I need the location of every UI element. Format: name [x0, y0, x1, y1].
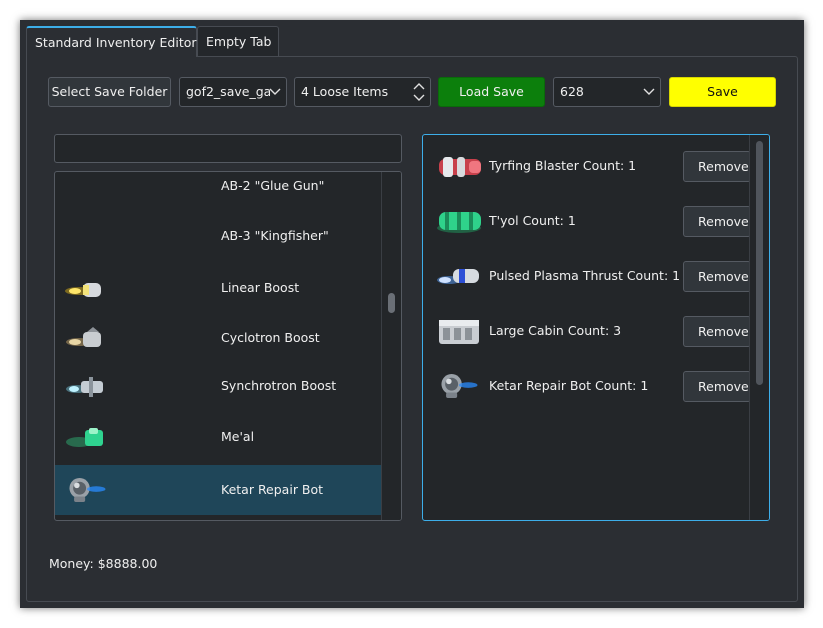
loose-items-spinbox[interactable]: 4 Loose Items: [294, 77, 431, 107]
list-item[interactable]: Synchrotron Boost: [55, 361, 381, 411]
item-list-scrollbar[interactable]: [381, 172, 401, 520]
save-button[interactable]: Save: [669, 77, 776, 107]
large-cabin-icon: [435, 314, 487, 348]
list-item-label: Cyclotron Boost: [221, 330, 320, 345]
list-item[interactable]: AB-3 "Kingfisher": [55, 211, 381, 261]
inventory-item: Pulsed Plasma Thrust Count: 1 Remove: [423, 247, 751, 302]
save-game-combo-value: gof2_save_game: [186, 84, 270, 99]
load-save-button[interactable]: Load Save: [438, 77, 545, 107]
ketar-repair-bot-icon: [63, 473, 111, 507]
list-item-label: Ketar Repair Bot: [221, 482, 324, 497]
inventory-item-label: Ketar Repair Bot Count: 1: [489, 378, 649, 393]
remove-button[interactable]: Remove: [683, 151, 751, 182]
cyclotron-boost-icon: [63, 321, 111, 355]
meal-icon: [63, 420, 111, 454]
ketar-repair-bot-icon: [435, 369, 487, 403]
chevron-down-icon: [643, 78, 655, 106]
id-combo[interactable]: 628: [553, 77, 661, 107]
inventory-item: Tyrfing Blaster Count: 1 Remove: [423, 137, 751, 192]
list-item[interactable]: Me'al: [55, 412, 381, 462]
inventory-item: T'yol Count: 1 Remove: [423, 192, 751, 247]
item-list-scroll-thumb[interactable]: [388, 293, 395, 313]
list-item[interactable]: Cyclotron Boost: [55, 313, 381, 363]
inventory-item-label: T'yol Count: 1: [489, 213, 576, 228]
tyrfing-blaster-icon: [435, 149, 487, 183]
remove-button[interactable]: Remove: [683, 261, 751, 292]
tab-empty[interactable]: Empty Tab: [197, 26, 279, 56]
inventory-list[interactable]: Tyrfing Blaster Count: 1 Remove T'yol Coun…: [422, 134, 770, 521]
loose-items-value: 4 Loose Items: [301, 84, 389, 99]
inventory-item-label: Pulsed Plasma Thrust Count: 1: [489, 268, 681, 283]
inventory-item: Large Cabin Count: 3 Remove: [423, 302, 751, 357]
synchrotron-boost-icon: [63, 369, 111, 403]
list-item[interactable]: Ketar Repair Bot: [55, 465, 381, 515]
list-item-label: Linear Boost: [221, 280, 300, 295]
chevron-down-icon: [269, 78, 281, 106]
money-label: Money: $8888.00: [49, 556, 158, 571]
save-game-combo[interactable]: gof2_save_game: [179, 77, 287, 107]
pulsed-plasma-thrust-icon: [435, 259, 487, 293]
tyol-icon: [435, 204, 487, 238]
inventory-scroll-thumb[interactable]: [756, 141, 763, 385]
inventory-scrollbar[interactable]: [749, 135, 769, 520]
list-item-label: Me'al: [221, 429, 255, 444]
list-item-label: AB-2 "Glue Gun": [221, 178, 325, 193]
inventory-item: Ketar Repair Bot Count: 1 Remove: [423, 357, 751, 412]
id-combo-value: 628: [560, 84, 584, 99]
tab-standard-inventory-editor[interactable]: Standard Inventory Editor: [26, 26, 197, 57]
list-item-label: AB-3 "Kingfisher": [221, 228, 329, 243]
remove-button[interactable]: Remove: [683, 371, 751, 402]
list-item[interactable]: AB-2 "Glue Gun": [55, 172, 381, 211]
remove-button[interactable]: Remove: [683, 316, 751, 347]
inventory-item-label: Large Cabin Count: 3: [489, 323, 622, 338]
spin-arrows-icon[interactable]: [413, 78, 425, 106]
linear-boost-icon: [63, 271, 111, 305]
item-list[interactable]: AB-2 "Glue Gun" AB-3 "Kingfisher" Linear B…: [54, 171, 402, 521]
list-item[interactable]: Linear Boost: [55, 263, 381, 313]
item-search-input[interactable]: [54, 134, 402, 163]
remove-button[interactable]: Remove: [683, 206, 751, 237]
select-save-folder-button[interactable]: Select Save Folder: [48, 77, 171, 107]
list-item-label: Synchrotron Boost: [221, 378, 337, 393]
inventory-item-label: Tyrfing Blaster Count: 1: [489, 158, 637, 173]
